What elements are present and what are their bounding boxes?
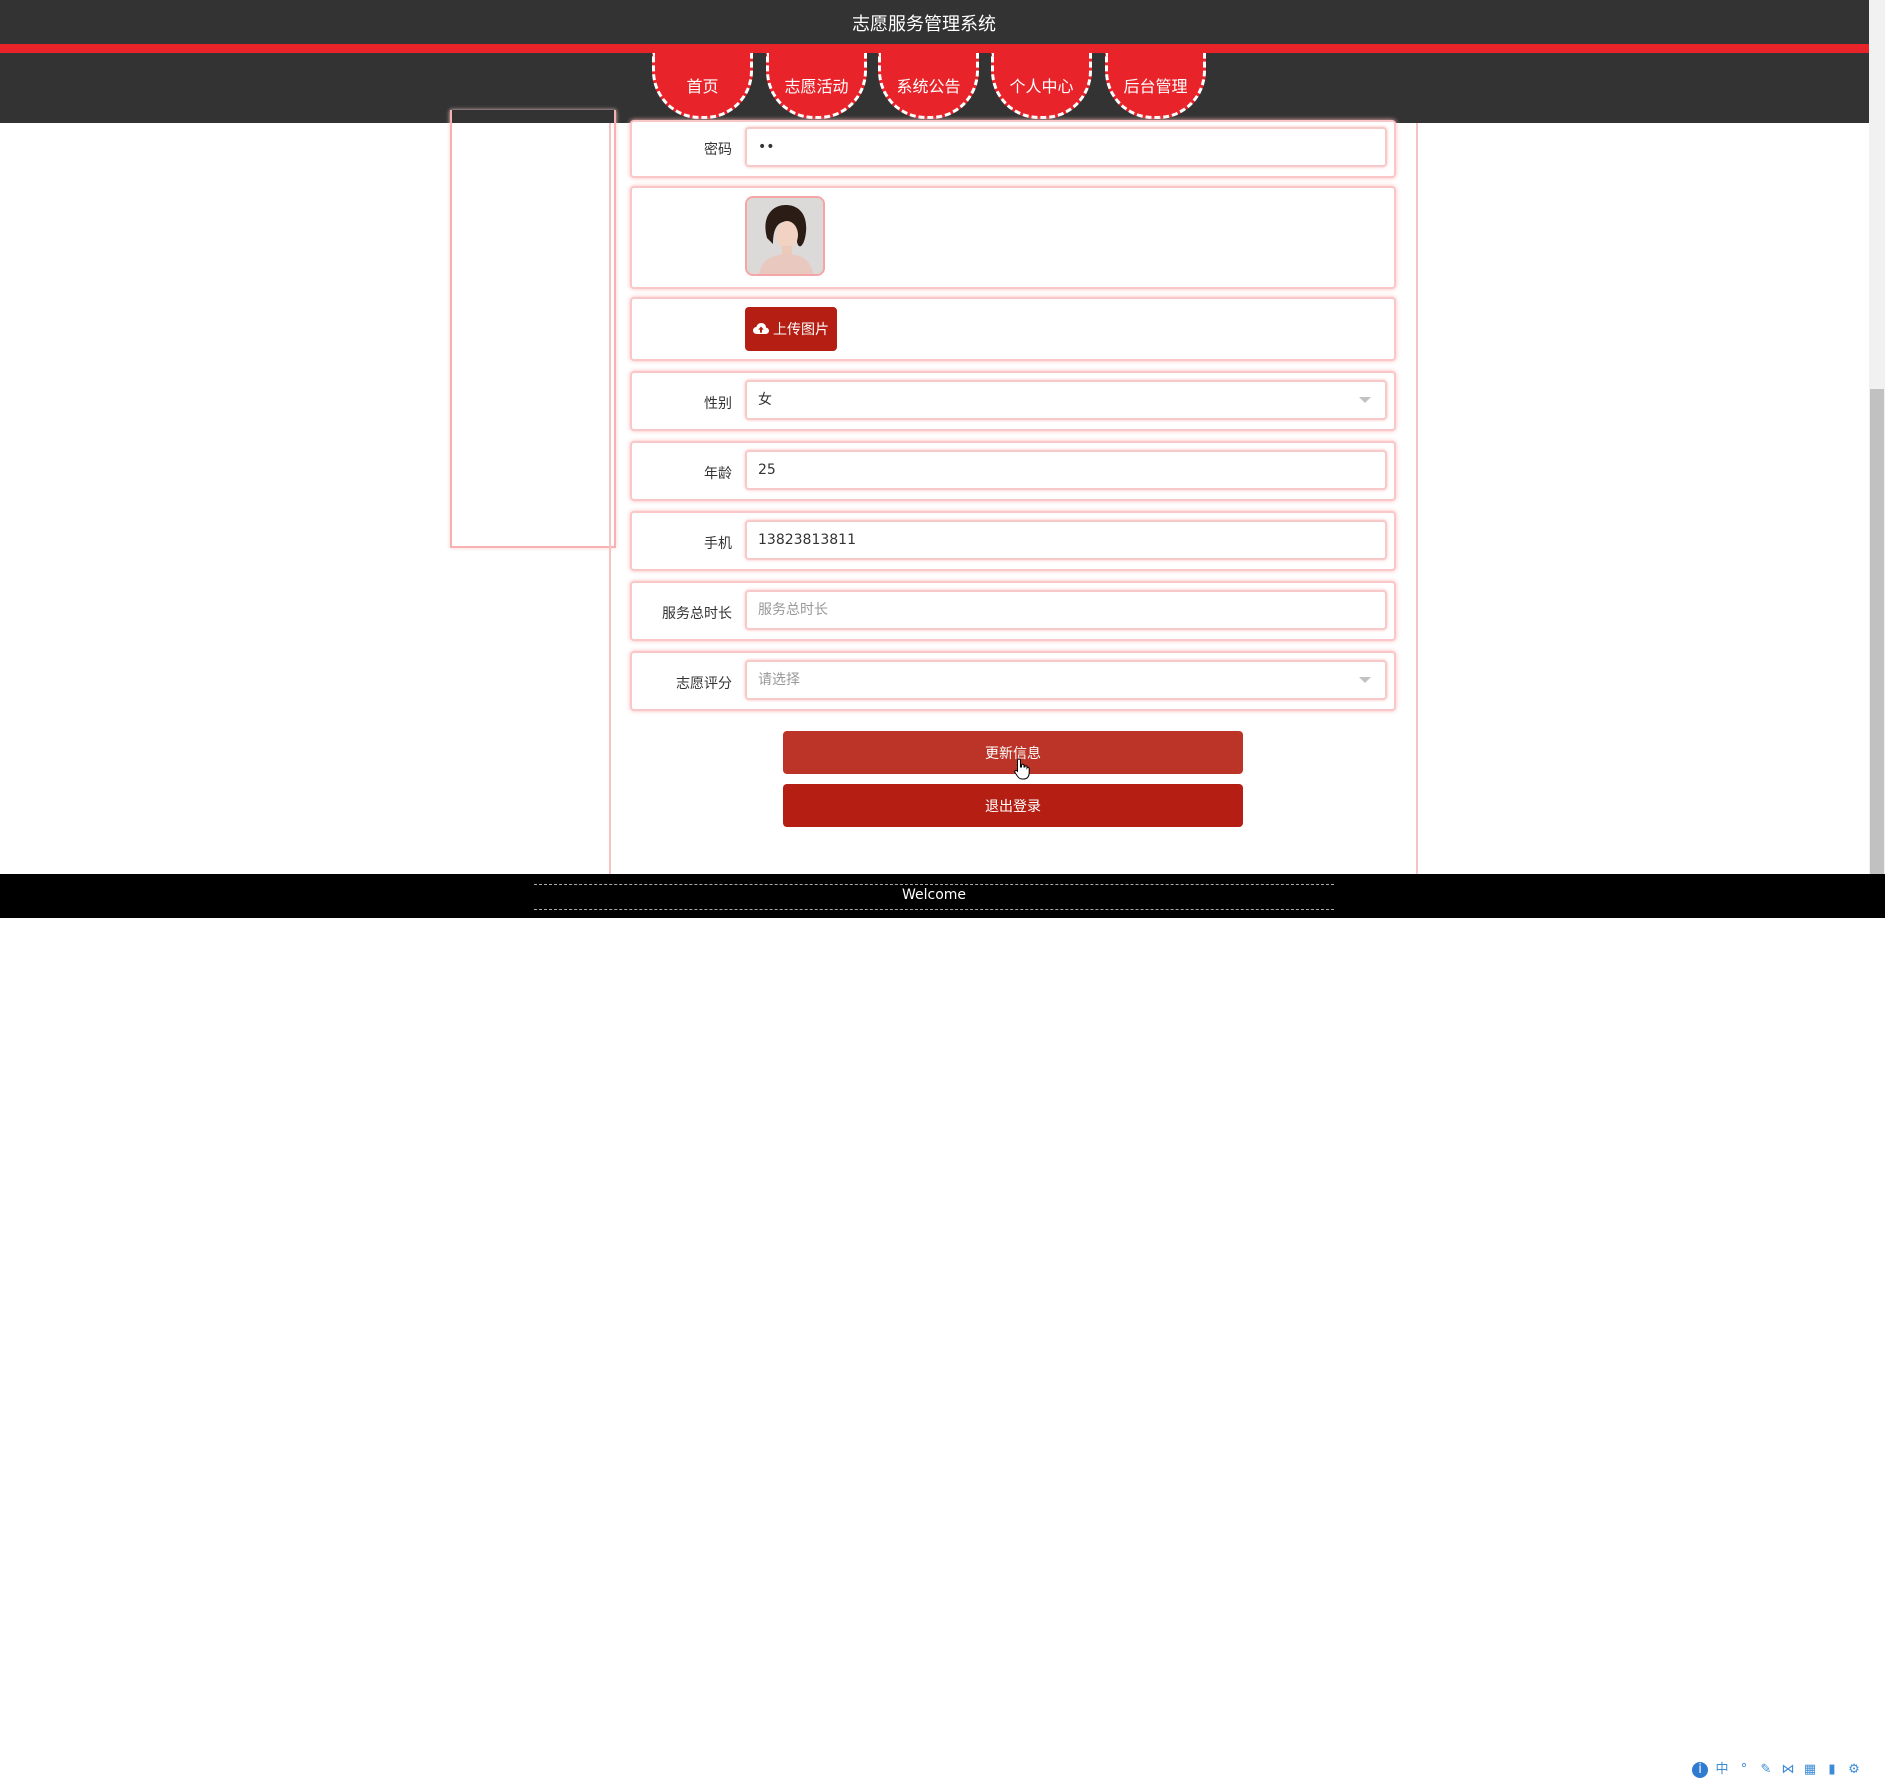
avatar-row [630,186,1396,289]
password-input[interactable]: •• [745,127,1387,167]
update-info-button[interactable]: 更新信息 [783,731,1243,774]
logout-button[interactable]: 退出登录 [783,784,1243,827]
nav-bar: 首页 志愿活动 系统公告 个人中心 后台管理 [0,53,1869,123]
chevron-down-icon [1359,397,1371,403]
password-row: 密码 •• [630,120,1396,178]
rating-label: 志愿评分 [676,676,732,692]
ime-share-icon[interactable]: ⋈ [1780,1762,1796,1778]
ime-keyboard-icon[interactable]: ▦ [1802,1762,1818,1778]
password-label: 密码 [704,142,732,158]
gender-value: 女 [758,392,772,408]
rating-select[interactable]: 请选择 [745,660,1387,700]
ime-chinese-icon[interactable]: 中 [1714,1762,1730,1778]
rating-row: 志愿评分 请选择 [630,651,1396,711]
nav-item-admin[interactable]: 后台管理 [1105,53,1206,119]
ime-logo-icon[interactable]: i [1692,1762,1708,1778]
ime-pen-icon[interactable]: ✎ [1758,1762,1774,1778]
footer: Welcome i 中 ° ✎ ⋈ ▦ ▮ ⚙ [0,874,1885,1778]
ime-settings-icon[interactable]: ⚙ [1846,1762,1862,1778]
content-border-left [609,123,611,875]
ime-toolbar: i 中 ° ✎ ⋈ ▦ ▮ ⚙ [1692,1762,1862,1778]
service-hours-label: 服务总时长 [662,606,732,622]
upload-row: 上传图片 [630,297,1396,361]
footer-welcome-text: Welcome [901,887,967,903]
scrollbar-thumb[interactable] [1870,389,1884,874]
gender-label: 性别 [704,396,732,412]
nav-item-profile[interactable]: 个人中心 [991,53,1092,119]
service-hours-row: 服务总时长 服务总时长 [630,581,1396,641]
upload-image-label: 上传图片 [773,322,829,338]
phone-label: 手机 [704,536,732,552]
age-row: 年龄 25 [630,441,1396,501]
gender-select[interactable]: 女 [745,380,1387,420]
top-bar: 志愿服务管理系统 [0,0,1869,44]
upload-image-button[interactable]: 上传图片 [745,307,837,351]
site-title: 志愿服务管理系统 [852,14,996,35]
rating-placeholder: 请选择 [758,672,800,688]
sidebar-panel [450,110,616,548]
avatar-image [745,196,825,276]
nav-item-announcements[interactable]: 系统公告 [878,53,979,119]
gender-row: 性别 女 [630,371,1396,431]
footer-divider-top [534,884,1334,885]
hand-cursor-icon [1014,758,1030,780]
phone-row: 手机 13823813811 [630,511,1396,571]
avatar-portrait-icon [747,198,823,274]
cloud-upload-icon [753,323,769,334]
age-input[interactable]: 25 [745,450,1387,490]
chevron-down-icon [1359,677,1371,683]
ime-clipboard-icon[interactable]: ▮ [1824,1762,1840,1778]
nav-item-activities[interactable]: 志愿活动 [766,53,867,119]
header-accent-line [0,44,1869,53]
footer-divider-bottom [534,909,1334,910]
age-label: 年龄 [704,466,732,482]
ime-punctuation-icon[interactable]: ° [1736,1762,1752,1778]
content-border-right [1416,123,1418,875]
phone-input[interactable]: 13823813811 [745,520,1387,560]
service-hours-input[interactable]: 服务总时长 [745,590,1387,630]
nav-item-home[interactable]: 首页 [652,53,753,119]
